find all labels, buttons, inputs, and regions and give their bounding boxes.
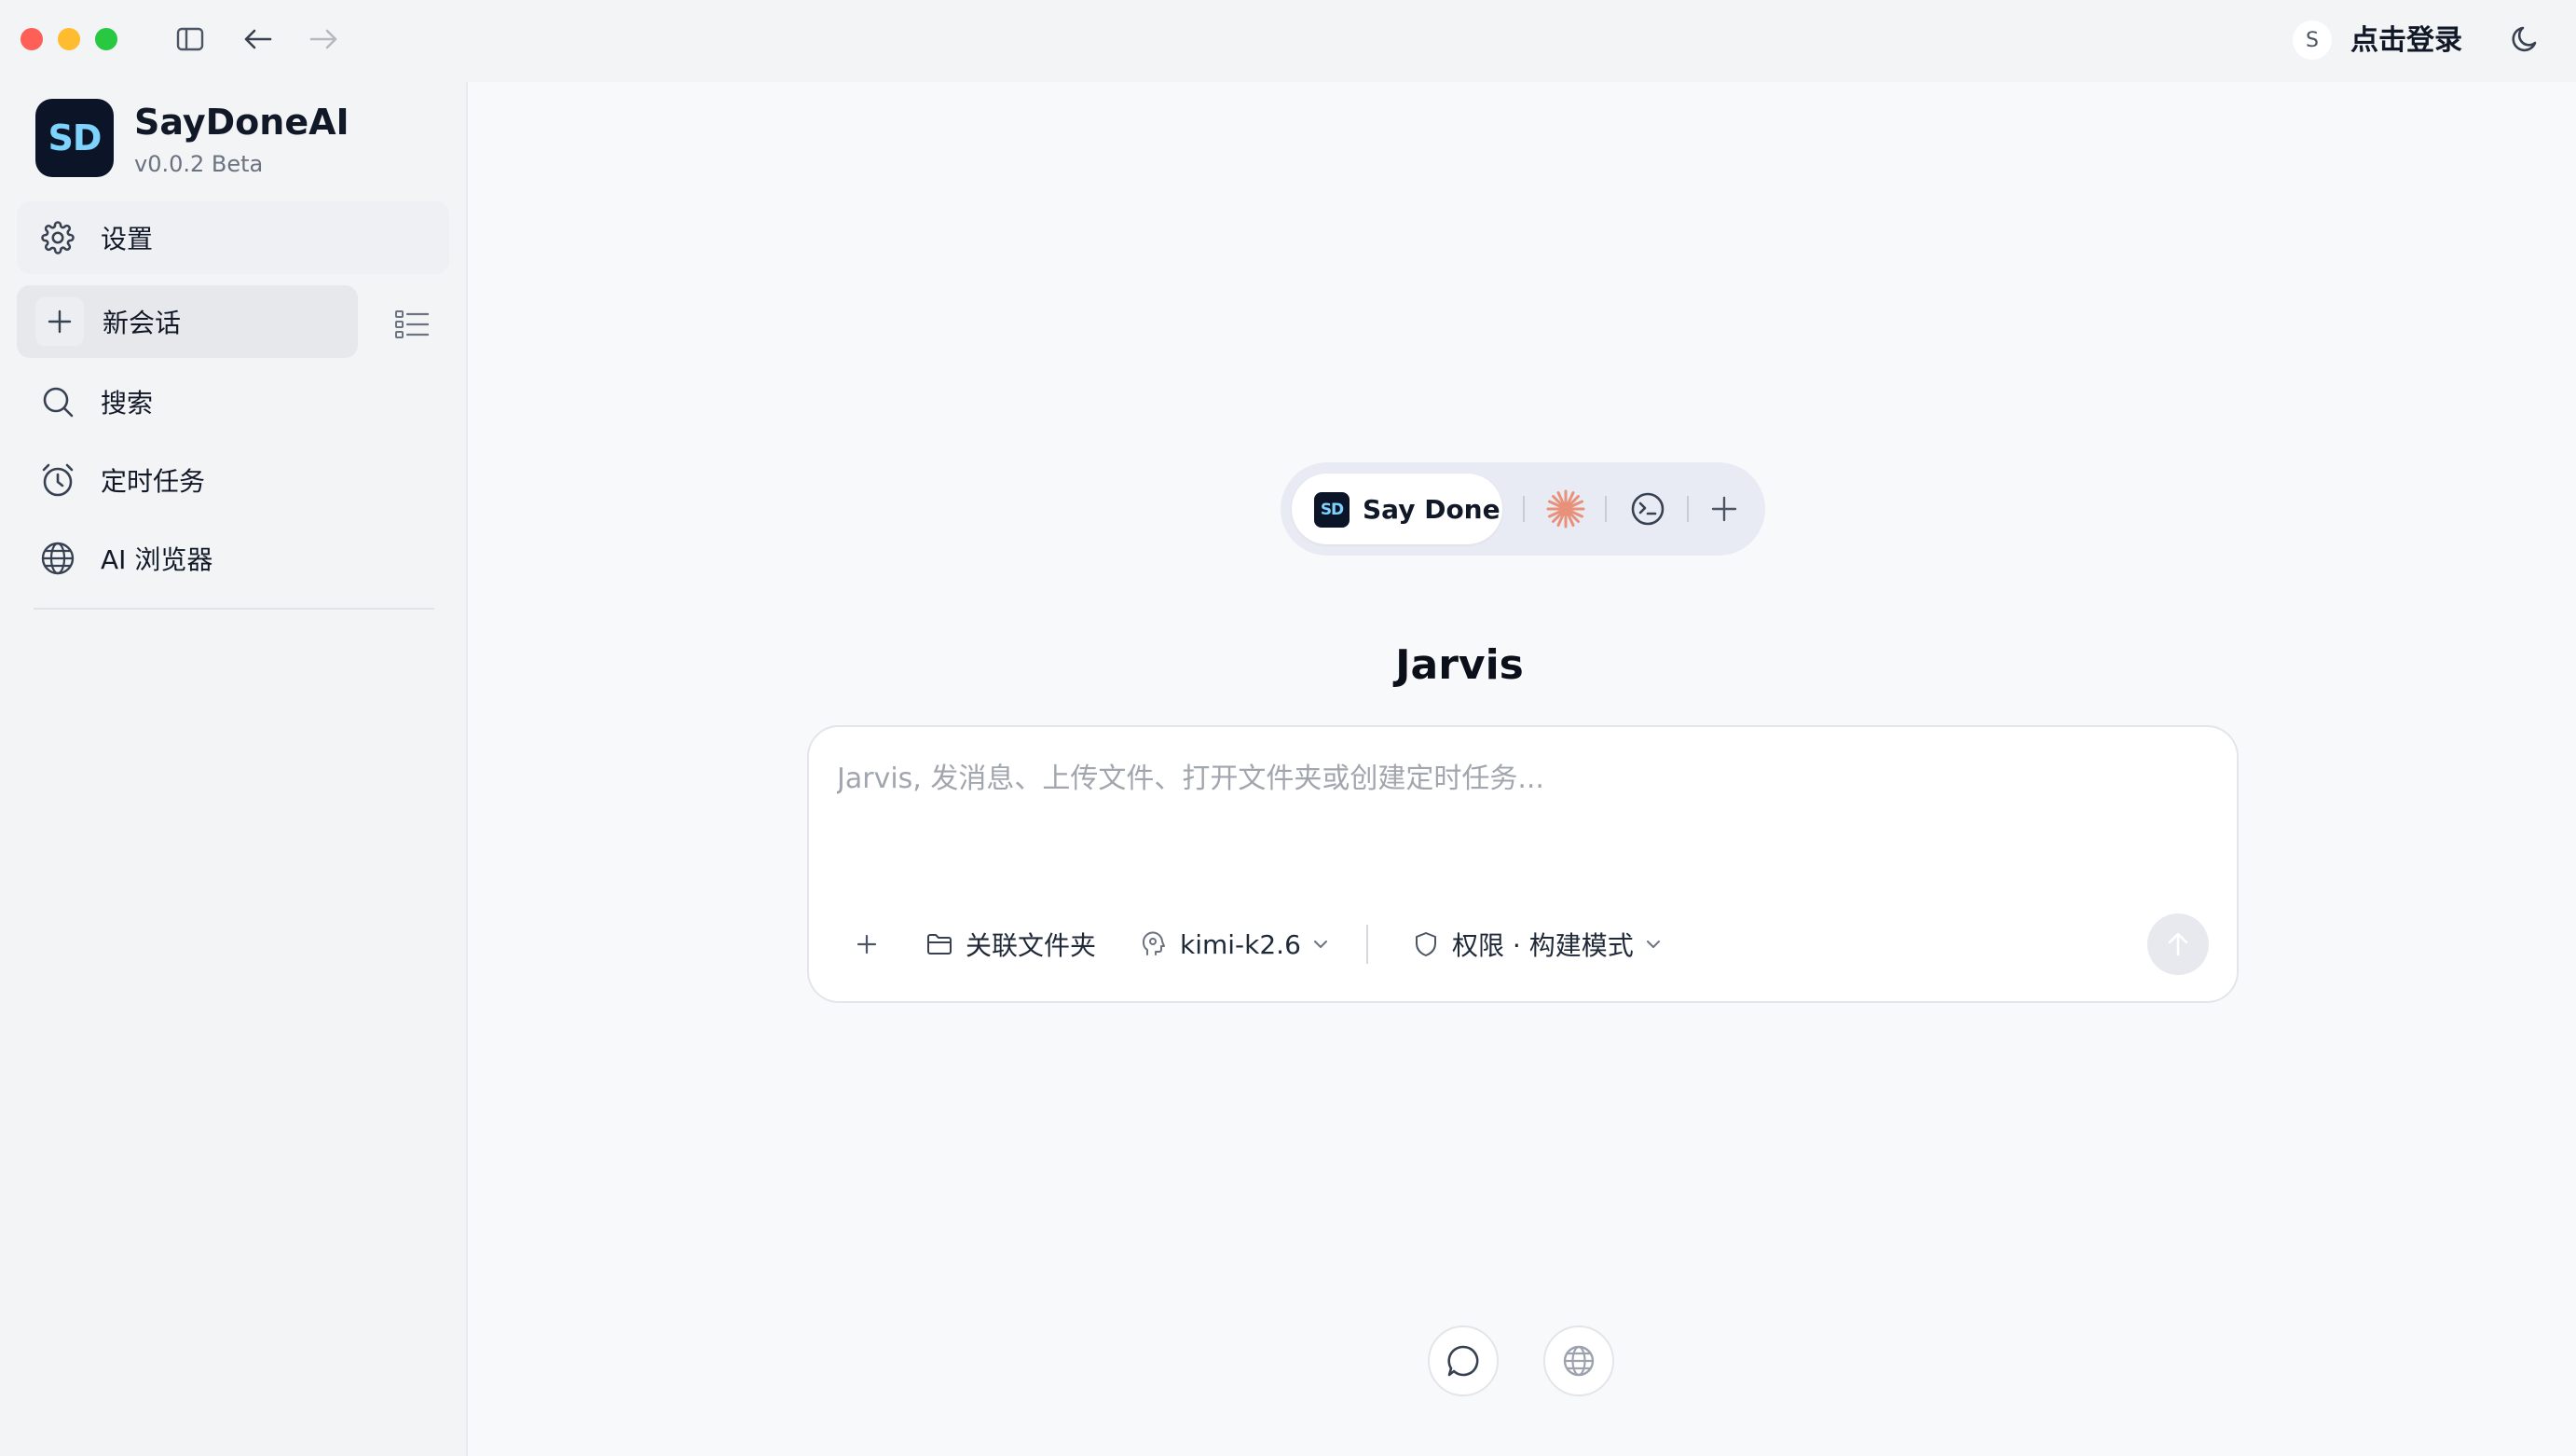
sidebar-item-scheduled-tasks[interactable]: 定时任务 [17,444,449,516]
app-version: v0.0.2 Beta [134,151,264,177]
folder-icon [923,927,956,961]
sidebar-item-ai-browser[interactable]: AI 浏览器 [17,522,449,595]
model-label: kimi-k2.6 [1180,928,1301,960]
minimize-window-button[interactable] [58,28,80,50]
message-composer: 关联文件夹 kimi-k2.6 权限 · 构建模式 [807,725,2239,1003]
add-agent-plus-icon[interactable] [1702,487,1747,531]
agent-separator [1605,496,1607,522]
agent-separator [1523,496,1525,522]
sidebar-item-label: 搜索 [101,388,154,419]
search-icon [39,383,76,420]
say-done-logo: SD [1314,492,1350,528]
sidebar-item-new-chat[interactable]: 新会话 [17,285,358,358]
sidebar: SD SayDoneAI v0.0.2 Beta 设置 新会话 搜索 定时任务 … [0,82,468,1456]
link-folder-label: 关联文件夹 [966,930,1097,961]
plus-icon [850,927,884,961]
agent-separator [1687,496,1689,522]
sidebar-divider [34,608,434,610]
sidebar-item-settings[interactable]: 设置 [17,201,449,274]
sparkle-icon[interactable] [1543,487,1588,531]
browser-mode-button[interactable] [1543,1326,1614,1396]
permission-mode-label: 权限 · 构建模式 [1452,930,1634,961]
app-name: SayDoneAI [134,102,349,143]
main-panel: SD Say Done Jarvis Jarvis, 发消息、上传文件、打开文件… [468,82,2576,1456]
terminal-icon[interactable] [1625,487,1670,531]
model-selector[interactable]: kimi-k2.6 [1137,921,1331,968]
sidebar-item-label: 定时任务 [101,466,206,497]
plus-icon [35,297,84,346]
chevron-down-icon [1643,934,1664,955]
forward-arrow-icon[interactable] [306,21,343,58]
sidebar-item-search[interactable]: 搜索 [17,365,449,438]
conversation-list-icon[interactable] [391,304,432,345]
title-bar: S 点击登录 [0,0,2576,82]
chat-bubble-icon [1446,1343,1481,1379]
link-folder-button[interactable]: 关联文件夹 [923,921,1096,968]
back-arrow-icon[interactable] [239,21,276,58]
composer-separator [1366,925,1368,964]
message-input[interactable] [837,755,2198,802]
shield-icon [1409,927,1443,961]
permission-mode-selector[interactable]: 权限 · 构建模式 [1409,921,1664,968]
arrow-up-icon [2166,931,2190,957]
chat-mode-button[interactable] [1428,1326,1499,1396]
maximize-window-button[interactable] [95,28,117,50]
chevron-down-icon [1310,934,1331,955]
send-button[interactable] [2147,913,2209,975]
globe-icon [39,540,76,577]
app-window: S 点击登录 SD SayDoneAI v0.0.2 Beta 设置 新会话 搜… [0,0,2576,1456]
agent-say-done-tab[interactable]: SD Say Done [1292,474,1502,544]
globe-icon [1561,1343,1596,1379]
gear-icon [39,219,76,256]
sidebar-toggle-icon[interactable] [171,21,209,58]
agent-switcher: SD Say Done [1281,462,1765,556]
add-attachment-button[interactable] [850,921,884,968]
moon-icon[interactable] [2505,19,2546,60]
user-avatar[interactable]: S [2293,21,2332,60]
close-window-button[interactable] [21,28,43,50]
sidebar-item-label: AI 浏览器 [101,544,213,575]
agent-name: Say Done [1363,494,1500,525]
sidebar-item-label: 新会话 [103,308,182,338]
assistant-title: Jarvis [1395,641,1524,689]
app-logo: SD [35,99,114,177]
login-link[interactable]: 点击登录 [2350,22,2462,60]
sidebar-item-label: 设置 [101,224,154,254]
model-brain-icon [1137,927,1171,961]
alarm-clock-icon [39,461,76,499]
